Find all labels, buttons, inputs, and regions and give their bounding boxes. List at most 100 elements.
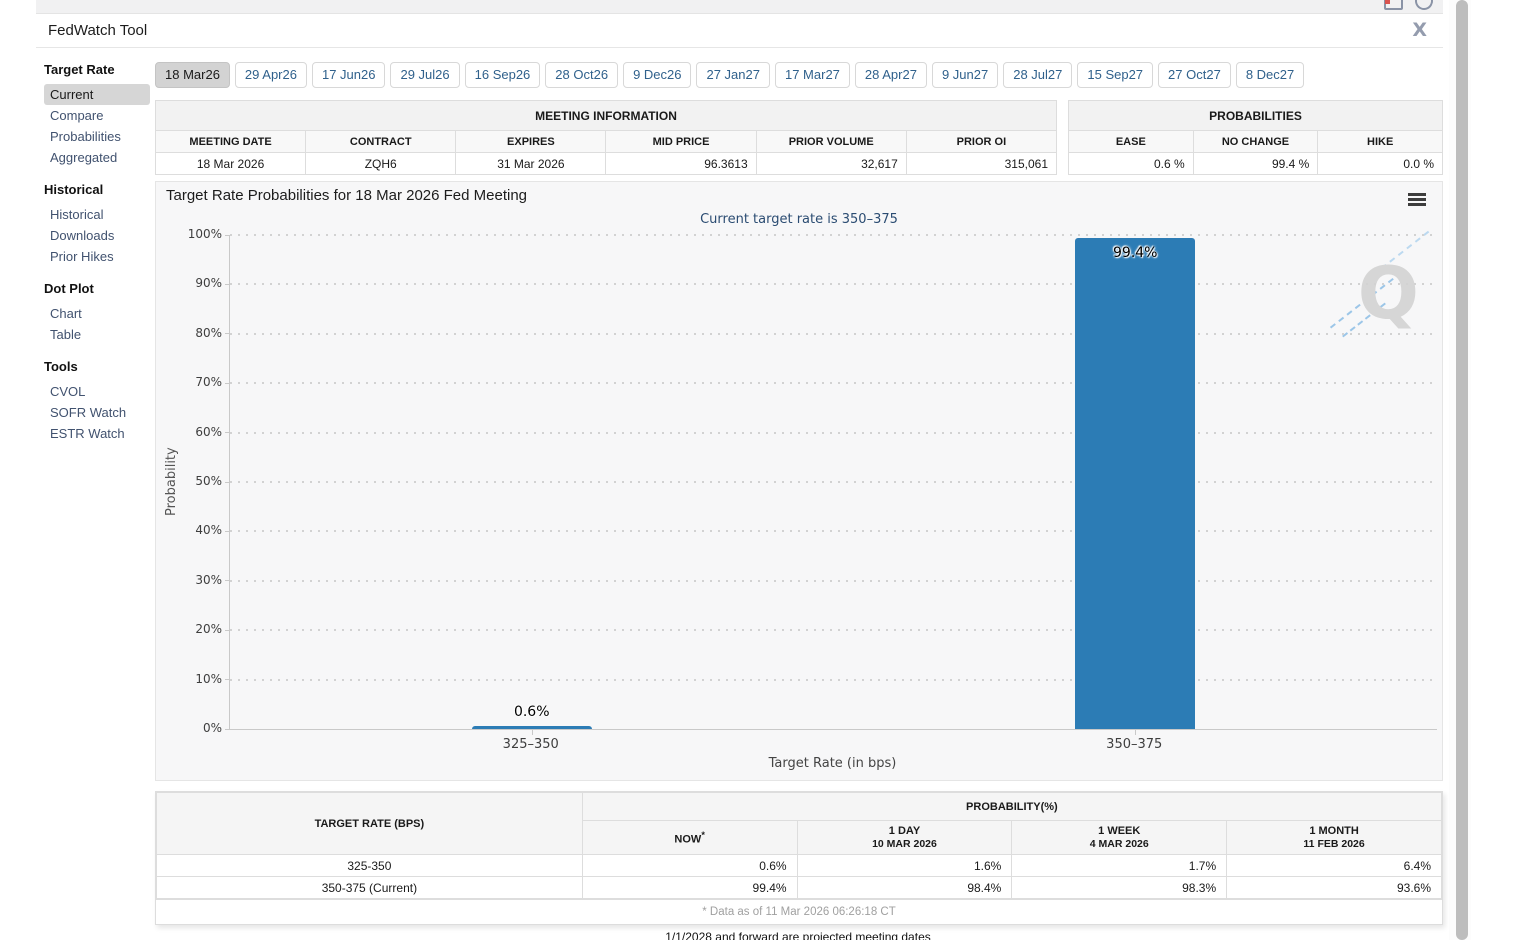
sidebar-group-title: Historical: [44, 182, 150, 197]
gridline: [230, 580, 1437, 582]
sidebar-item-table[interactable]: Table: [44, 324, 150, 345]
column-header-1-month: 1 MONTH11 FEB 2026: [1227, 821, 1442, 855]
y-tick-mark: [225, 284, 230, 285]
prior-oi-value: 315,061: [906, 153, 1056, 175]
sidebar-group-dot-plot: Dot Plot Chart Table: [44, 281, 150, 345]
meeting-tab[interactable]: 9 Dec26: [623, 62, 691, 88]
x-axis-labels: 325–350 350–375: [229, 737, 1436, 753]
day-probability-cell: 1.6%: [797, 855, 1012, 877]
meeting-date-tabs: 18 Mar26 29 Apr26 17 Jun26 29 Jul26 16 S…: [155, 62, 1443, 88]
y-tick-mark: [225, 630, 230, 631]
column-header: NO CHANGE: [1193, 131, 1318, 153]
sidebar-item-historical[interactable]: Historical: [44, 204, 150, 225]
day-probability-cell: 98.4%: [797, 877, 1012, 899]
bar-value-label: 99.4%: [1075, 245, 1195, 261]
chart-title: Target Rate Probabilities for 18 Mar 202…: [166, 187, 527, 204]
data-as-of-footnote: * Data as of 11 Mar 2026 06:26:18 CT: [156, 899, 1442, 924]
probabilities-caption: PROBABILITIES: [1069, 101, 1443, 131]
meeting-tab[interactable]: 29 Jul26: [390, 62, 459, 88]
bar-value-label: 0.6%: [472, 704, 592, 720]
column-header: MEETING DATE: [156, 131, 306, 153]
print-icon-badge: [1385, 0, 1390, 4]
quikstrike-watermark: Q: [1347, 247, 1431, 343]
vertical-scrollbar-track[interactable]: [1449, 0, 1471, 940]
sidebar-item-chart[interactable]: Chart: [44, 303, 150, 324]
x-tick-label: 350–375: [1054, 737, 1214, 752]
meeting-tab[interactable]: 17 Mar27: [775, 62, 850, 88]
meeting-tab[interactable]: 28 Apr27: [855, 62, 927, 88]
y-tick-mark: [225, 531, 230, 532]
projected-dates-note: 1/1/2028 and forward are projected meeti…: [155, 930, 1441, 940]
probability-detail-card: TARGET RATE (BPS) PROBABILITY(%) NOW* 1 …: [155, 791, 1443, 925]
meeting-tab[interactable]: 18 Mar26: [155, 62, 230, 88]
meeting-tab[interactable]: 27 Jan27: [696, 62, 770, 88]
sidebar-group-tools: Tools CVOL SOFR Watch ESTR Watch: [44, 359, 150, 444]
meeting-tab[interactable]: 16 Sep26: [465, 62, 541, 88]
no-change-value: 99.4 %: [1193, 153, 1318, 175]
vertical-scrollbar-thumb[interactable]: [1456, 0, 1468, 940]
sidebar-item-cvol[interactable]: CVOL: [44, 381, 150, 402]
meeting-tab[interactable]: 9 Jun27: [932, 62, 998, 88]
main-content: 18 Mar26 29 Apr26 17 Jun26 29 Jul26 16 S…: [155, 62, 1443, 940]
gridline: [230, 629, 1437, 631]
y-tick-mark: [225, 333, 230, 334]
chart-bar: [1075, 238, 1195, 729]
now-label: NOW: [674, 833, 701, 845]
y-tick-mark: [225, 580, 230, 581]
expires-value: 31 Mar 2026: [456, 153, 606, 175]
meeting-tab[interactable]: 8 Dec27: [1236, 62, 1304, 88]
meeting-tab[interactable]: 28 Oct26: [545, 62, 618, 88]
meeting-tab[interactable]: 28 Jul27: [1003, 62, 1072, 88]
y-tick-label: 90%: [174, 276, 222, 290]
y-tick-label: 30%: [174, 573, 222, 587]
hike-value: 0.0 %: [1318, 153, 1443, 175]
sidebar-group-title: Tools: [44, 359, 150, 374]
x-axis-title: Target Rate (in bps): [229, 756, 1436, 771]
sidebar-item-downloads[interactable]: Downloads: [44, 225, 150, 246]
column-header: MID PRICE: [606, 131, 756, 153]
y-tick-mark: [225, 482, 230, 483]
sidebar-item-aggregated[interactable]: Aggregated: [44, 147, 150, 168]
y-tick-label: 60%: [174, 425, 222, 439]
y-tick-mark: [225, 383, 230, 384]
probability-group-header: PROBABILITY(%): [582, 793, 1441, 821]
table-row: 350-375 (Current) 99.4% 98.4% 98.3% 93.6…: [157, 877, 1442, 899]
x-tick-mark: [532, 729, 533, 735]
sidebar-group-title: Dot Plot: [44, 281, 150, 296]
prior-volume-value: 32,617: [756, 153, 906, 175]
column-header-1-day: 1 DAY10 MAR 2026: [797, 821, 1012, 855]
column-header: PRIOR OI: [906, 131, 1056, 153]
x-tick-label: 325–350: [451, 737, 611, 752]
chart-menu-icon[interactable]: [1408, 193, 1426, 209]
rate-range-cell: 350-375 (Current): [157, 877, 583, 899]
now-asterisk: *: [701, 830, 705, 840]
sidebar-item-current[interactable]: Current: [44, 84, 150, 105]
sidebar-item-estr-watch[interactable]: ESTR Watch: [44, 423, 150, 444]
x-social-share-icon[interactable]: X: [1412, 19, 1427, 41]
print-icon[interactable]: [1384, 0, 1403, 10]
refresh-icon[interactable]: [1412, 0, 1435, 13]
column-header-now: NOW*: [582, 821, 797, 855]
sidebar-item-compare[interactable]: Compare: [44, 105, 150, 126]
probability-chart-panel: Target Rate Probabilities for 18 Mar 202…: [155, 181, 1443, 781]
sidebar: Target Rate Current Compare Probabilitie…: [44, 62, 150, 458]
meeting-tab[interactable]: 27 Oct27: [1158, 62, 1231, 88]
month-probability-cell: 93.6%: [1227, 877, 1442, 899]
now-probability-cell: 99.4%: [582, 877, 797, 899]
y-tick-label: 70%: [174, 375, 222, 389]
meeting-tab[interactable]: 15 Sep27: [1077, 62, 1153, 88]
meeting-tab[interactable]: 17 Jun26: [312, 62, 386, 88]
rate-range-cell: 325-350: [157, 855, 583, 877]
sidebar-item-probabilities[interactable]: Probabilities: [44, 126, 150, 147]
gridline: [230, 530, 1437, 532]
meeting-tab[interactable]: 29 Apr26: [235, 62, 307, 88]
fedwatch-app: FedWatch Tool X Target Rate Current Comp…: [0, 0, 1536, 940]
sidebar-item-sofr-watch[interactable]: SOFR Watch: [44, 402, 150, 423]
week-probability-cell: 98.3%: [1012, 877, 1227, 899]
month-probability-cell: 6.4%: [1227, 855, 1442, 877]
period-label: 1 MONTH: [1309, 825, 1359, 837]
sidebar-item-prior-hikes[interactable]: Prior Hikes: [44, 246, 150, 267]
y-tick-label: 100%: [174, 227, 222, 241]
title-bar: FedWatch Tool X: [36, 14, 1443, 48]
meeting-info-caption: MEETING INFORMATION: [156, 101, 1057, 131]
